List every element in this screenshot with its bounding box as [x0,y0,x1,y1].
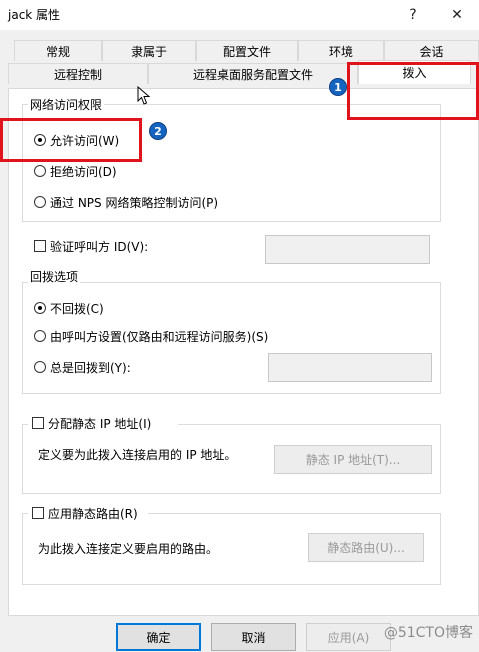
always-callback-radio[interactable] [34,361,46,373]
caller-set-radio[interactable] [34,330,46,342]
help-button[interactable]: ? [391,0,435,30]
nps-access-label[interactable]: 通过 NPS 网络策略控制访问(P) [50,194,218,211]
tab-member-of[interactable]: 隶属于 [102,40,196,61]
tab-sessions[interactable]: 会话 [384,40,479,61]
no-callback-radio[interactable] [34,302,46,314]
annotation-box-dial-in [347,62,479,120]
caller-set-label[interactable]: 由呼叫方设置(仅路由和远程访问服务)(S) [50,328,268,345]
mouse-cursor-icon [137,86,151,105]
nps-access-radio[interactable] [34,196,46,208]
ok-button[interactable]: 确定 [116,623,201,651]
annotation-box-allow [0,118,142,162]
callback-legend: 回拨选项 [28,268,81,285]
tab-profile[interactable]: 配置文件 [196,40,298,61]
always-callback-input[interactable] [268,353,432,382]
tab-rds-profile[interactable]: 远程桌面服务配置文件 [148,63,358,84]
tab-environment[interactable]: 环境 [298,40,384,61]
close-button[interactable]: ✕ [435,0,479,30]
no-callback-label[interactable]: 不回拨(C) [50,300,104,317]
static-routes-label[interactable]: 应用静态路由(R) [48,505,138,522]
watermark: @51CTO博客 [383,625,473,641]
apply-button[interactable]: 应用(A) [306,623,391,651]
static-ip-button[interactable]: 静态 IP 地址(T)... [274,445,432,474]
annotation-badge-2: 2 [149,122,167,140]
tab-remote-control[interactable]: 远程控制 [8,63,148,84]
verify-caller-input[interactable] [265,235,430,264]
static-routes-description: 为此拨入连接定义要启用的路由。 [38,542,219,556]
static-routes-checkbox[interactable] [32,507,44,519]
always-callback-label[interactable]: 总是回拨到(Y): [50,359,131,376]
deny-access-radio[interactable] [34,165,46,177]
verify-caller-label: 验证呼叫方 ID(V): [50,240,149,254]
deny-access-label[interactable]: 拒绝访问(D) [50,163,117,180]
static-ip-description: 定义要为此拨入连接启用的 IP 地址。 [38,448,237,462]
annotation-badge-1: 1 [329,78,347,96]
static-routes-button[interactable]: 静态路由(U)... [308,533,424,562]
network-access-legend: 网络访问权限 [28,96,105,113]
static-ip-checkbox[interactable] [32,417,44,429]
window-title: jack 属性 [8,8,61,22]
static-ip-label[interactable]: 分配静态 IP 地址(I) [48,415,151,432]
cancel-button[interactable]: 取消 [211,623,296,651]
verify-caller-checkbox[interactable] [34,240,46,252]
tab-general[interactable]: 常规 [14,40,102,61]
